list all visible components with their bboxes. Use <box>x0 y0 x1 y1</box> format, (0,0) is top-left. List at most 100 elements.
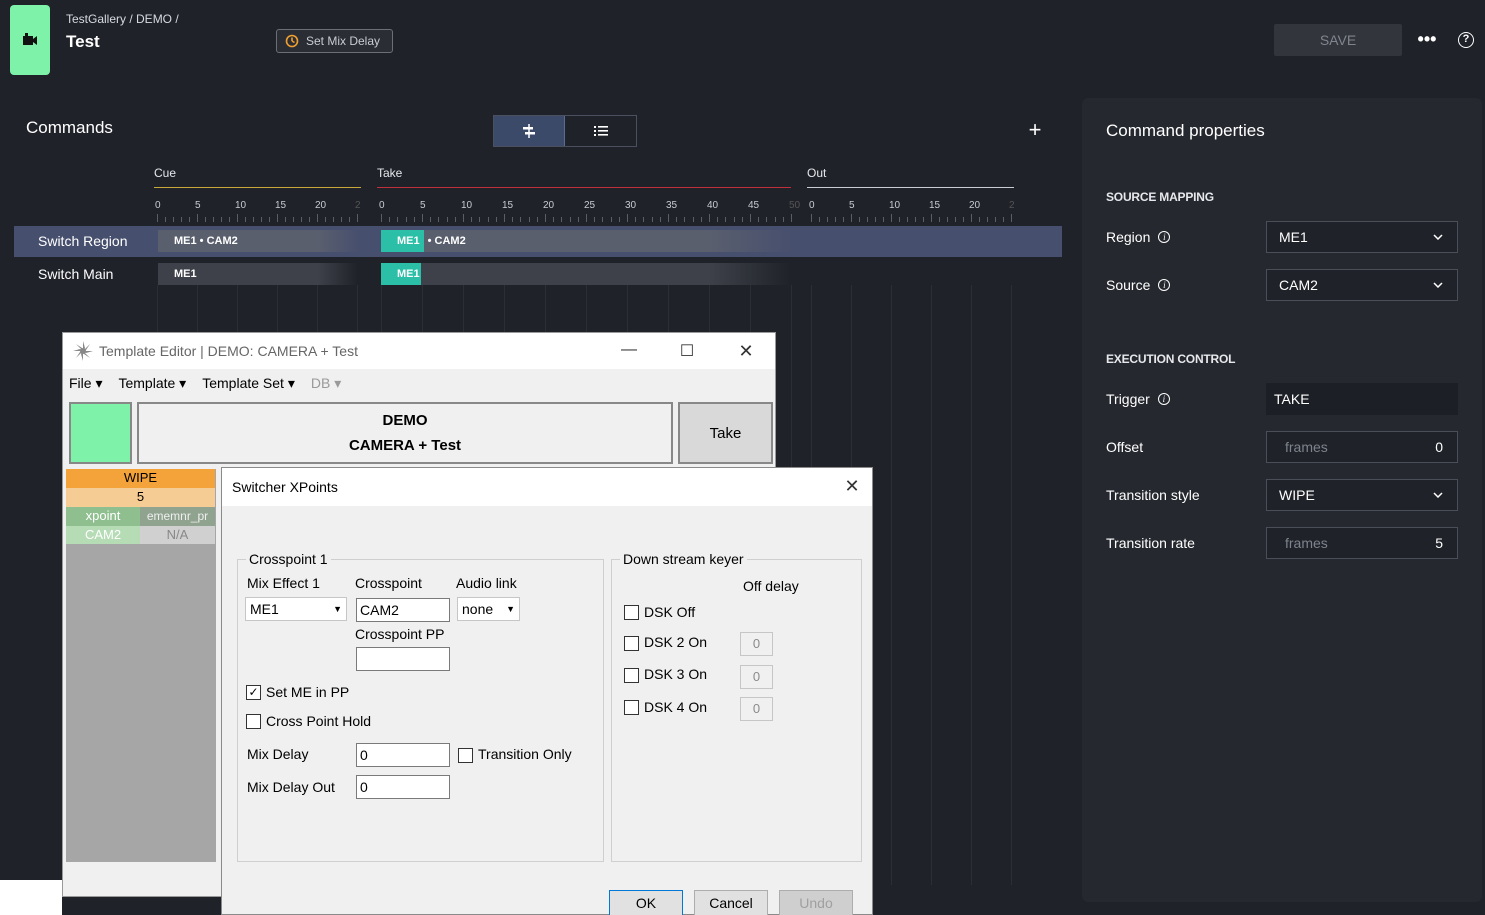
more-options-icon[interactable]: ••• <box>1415 28 1439 52</box>
ruler-tick-label: 2 <box>355 200 361 211</box>
minimize-icon[interactable]: — <box>614 341 644 359</box>
source-select[interactable]: CAM2 <box>1266 269 1458 301</box>
source-label-text: Source <box>1106 277 1151 293</box>
transition-style-select[interactable]: WIPE <box>1266 479 1458 511</box>
mix-delay-input[interactable]: 0 <box>356 743 450 767</box>
mix-delay-out-input[interactable]: 0 <box>356 775 450 799</box>
ruler-tick <box>907 217 908 222</box>
menu-file-label: File <box>69 374 92 391</box>
cross-point-hold-checkbox[interactable] <box>246 714 261 729</box>
audio-link-select[interactable]: none ▼ <box>457 597 520 621</box>
mix-effect-select[interactable]: ME1 ▼ <box>245 597 347 621</box>
trigger-field[interactable]: TAKE <box>1266 383 1458 415</box>
app-camera-icon[interactable] <box>10 5 50 75</box>
view-toggle <box>493 115 637 147</box>
grid-col-xpoint[interactable]: xpoint <box>66 507 140 526</box>
ruler-tick <box>635 217 637 222</box>
timeline-view-icon <box>523 124 535 138</box>
ruler-tick <box>512 217 514 222</box>
ruler-tick <box>717 217 719 222</box>
dsk2-checkbox[interactable] <box>624 636 639 651</box>
undo-button[interactable]: Undo <box>779 890 853 915</box>
cue-bar-switch-region[interactable]: ME1 • CAM2 <box>158 230 358 252</box>
ruler-tick <box>189 217 190 222</box>
trigger-label-text: Trigger <box>1106 391 1150 407</box>
row-label-switch-region: Switch Region <box>38 233 128 249</box>
menu-template[interactable]: Template ▾ <box>118 375 186 392</box>
dsk-off-checkbox[interactable] <box>624 605 639 620</box>
template-editor-titlebar[interactable]: Template Editor | DEMO: CAMERA + Test <box>63 333 775 369</box>
crosspoint-pp-input[interactable] <box>356 647 450 671</box>
grid-val-xpoint[interactable]: CAM2 <box>66 526 140 544</box>
ruler-tick-label: 20 <box>315 200 327 211</box>
ruler-tick <box>309 217 310 222</box>
ruler-tick <box>627 214 628 222</box>
crosspoint-input[interactable]: CAM2 <box>356 598 450 622</box>
transition-rate-input[interactable]: frames 5 <box>1266 527 1458 559</box>
breadcrumb[interactable]: TestGallery / DEMO / <box>66 12 179 26</box>
ruler-tick-label: 0 <box>809 200 815 211</box>
ruler-tick <box>545 214 546 222</box>
transition-rate-unit: frames <box>1285 535 1328 551</box>
info-icon[interactable]: i <box>1158 231 1171 243</box>
ok-button[interactable]: OK <box>609 890 683 915</box>
set-me-pp-checkbox[interactable]: ✓ <box>246 685 261 700</box>
take-button[interactable]: Take <box>678 402 773 464</box>
crosspoint-pp-label: Crosspoint PP <box>355 626 445 642</box>
ruler-tick <box>987 217 988 222</box>
grid-wipe-cell[interactable]: WIPE <box>66 469 215 488</box>
take-bar-switch-region[interactable]: ME1 • CAM2 <box>381 230 791 252</box>
help-icon[interactable]: ? <box>1458 32 1474 48</box>
list-view-button[interactable] <box>565 116 636 146</box>
ruler-tick <box>487 217 489 222</box>
offset-input[interactable]: frames 0 <box>1266 431 1458 463</box>
ruler-tick <box>253 217 254 222</box>
timeline-grid-line <box>971 285 972 885</box>
add-command-icon[interactable]: + <box>1025 118 1045 142</box>
close-icon[interactable]: ✕ <box>837 476 867 497</box>
dsk2-delay-input[interactable]: 0 <box>740 632 773 656</box>
info-icon[interactable]: i <box>1157 393 1170 405</box>
dsk4-delay-input[interactable]: 0 <box>740 697 773 721</box>
ruler-tick <box>979 217 980 222</box>
ruler-out: 0 5 10 15 20 2 <box>809 196 1015 222</box>
ruler-tick <box>668 214 669 222</box>
switcher-titlebar[interactable]: Switcher XPoints <box>222 468 872 506</box>
grid-col-ememnr[interactable]: ememnr_pr <box>140 507 215 526</box>
menu-db[interactable]: DB ▾ <box>311 375 341 392</box>
ruler-tick <box>851 214 852 222</box>
grid-rate-cell[interactable]: 5 <box>66 488 215 507</box>
info-icon[interactable]: i <box>1158 279 1171 291</box>
cancel-button[interactable]: Cancel <box>694 890 768 915</box>
ruler-tick <box>875 217 876 222</box>
menu-template-set[interactable]: Template Set ▾ <box>202 375 295 392</box>
transition-only-checkbox[interactable] <box>458 748 473 763</box>
save-button[interactable]: SAVE <box>1274 24 1402 56</box>
menu-file[interactable]: File ▾ <box>69 375 102 392</box>
ruler-tick-label: 5 <box>849 200 855 211</box>
ruler-tick <box>963 217 964 222</box>
cue-bar-switch-main[interactable]: ME1 <box>158 263 358 285</box>
maximize-icon[interactable]: ☐ <box>672 341 702 361</box>
ruler-tick <box>397 217 399 222</box>
grid-val-ememnr[interactable]: N/A <box>140 526 215 544</box>
ruler-tick-label: 10 <box>235 200 247 211</box>
menu-db-label: DB <box>310 374 331 391</box>
ruler-tick-label: 20 <box>969 200 981 211</box>
cross-point-hold-label: Cross Point Hold <box>266 713 372 729</box>
dsk4-checkbox[interactable] <box>624 700 639 715</box>
set-mix-delay-button[interactable]: Set Mix Delay <box>276 29 393 53</box>
ruler-tick <box>891 214 892 222</box>
region-select[interactable]: ME1 <box>1266 221 1458 253</box>
phase-cue-label: Cue <box>154 166 177 180</box>
template-color-swatch[interactable] <box>69 402 132 464</box>
audio-link-label: Audio link <box>456 575 517 591</box>
timeline-grid-line <box>931 285 932 885</box>
dsk3-checkbox[interactable] <box>624 668 639 683</box>
dsk3-delay-input[interactable]: 0 <box>740 665 773 689</box>
close-icon[interactable]: ✕ <box>731 341 761 362</box>
timer-icon <box>285 34 299 48</box>
region-value: ME1 <box>1279 229 1308 245</box>
timeline-view-button[interactable] <box>494 116 565 146</box>
take-bar-switch-main[interactable]: ME1 <box>381 263 791 285</box>
